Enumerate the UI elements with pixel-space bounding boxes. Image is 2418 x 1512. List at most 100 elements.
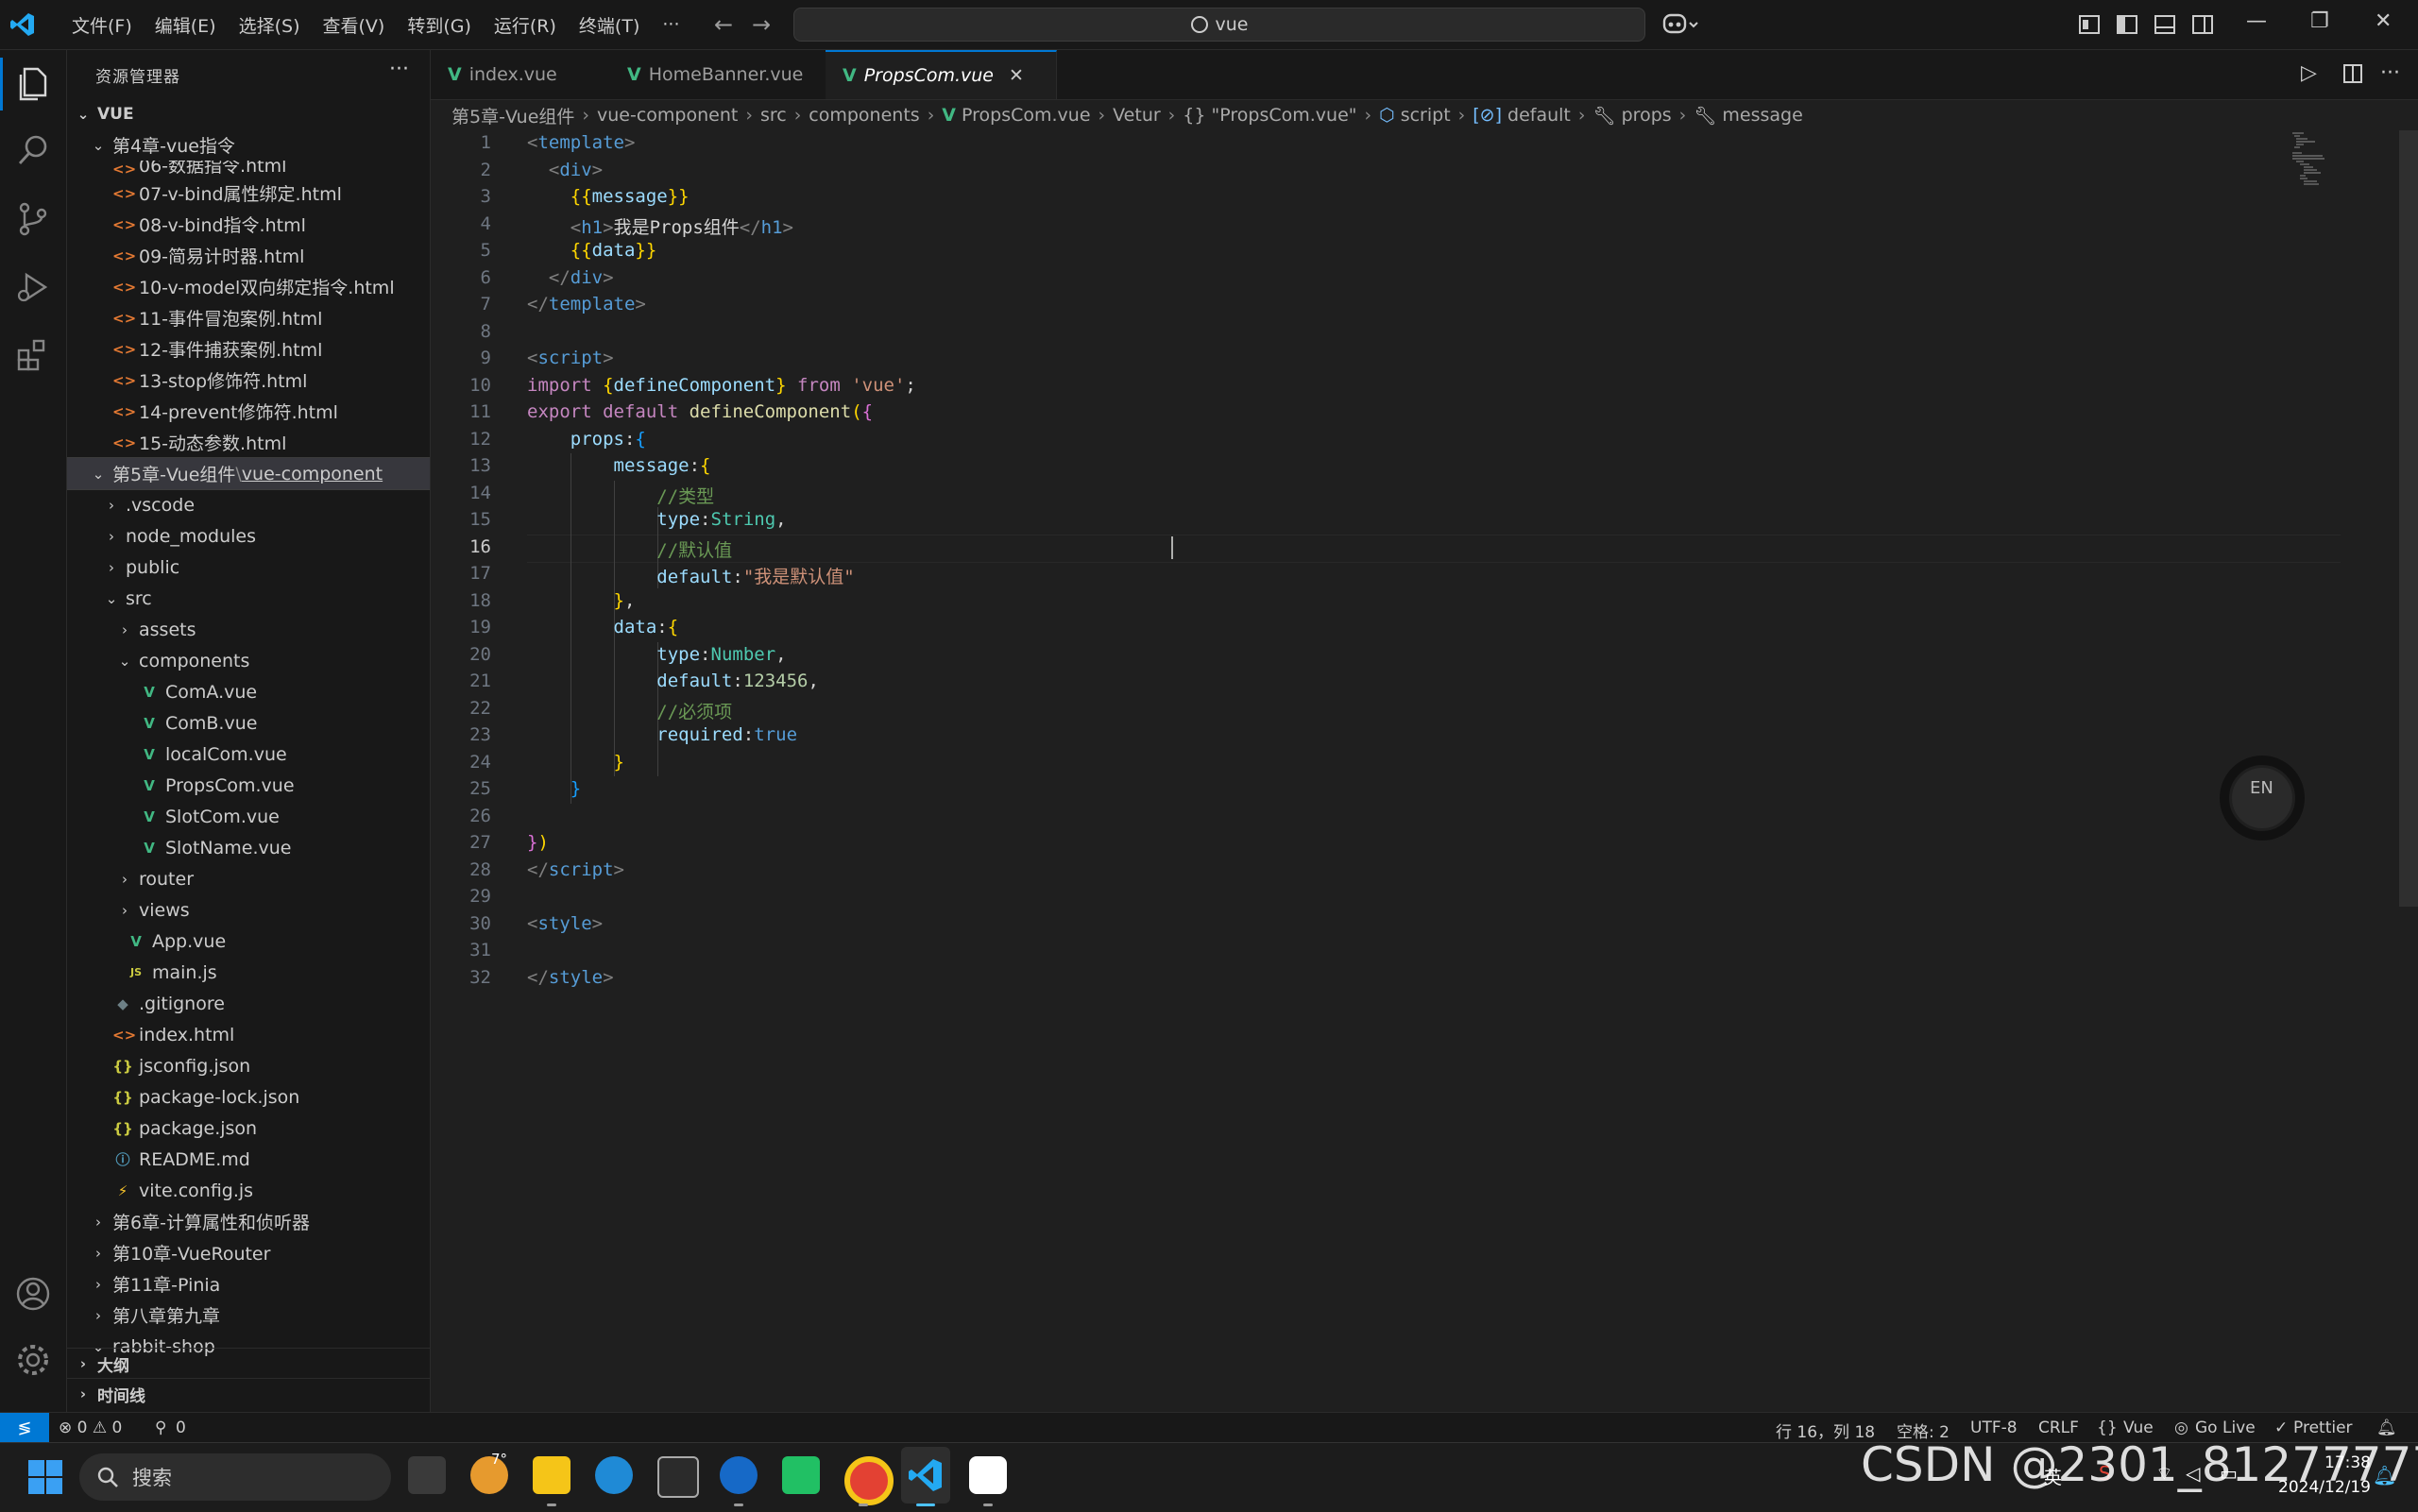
tree-folder[interactable]: › assets bbox=[67, 614, 430, 645]
intellij-icon[interactable] bbox=[657, 1456, 699, 1498]
tree-file[interactable]: <> 08-v-bind指令.html bbox=[67, 209, 430, 240]
tree-file[interactable]: V ComB.vue bbox=[67, 707, 430, 739]
extensions-icon[interactable] bbox=[13, 335, 53, 375]
tree-file[interactable]: <> 11-事件冒泡案例.html bbox=[67, 302, 430, 333]
code-line[interactable]: type:Number, bbox=[527, 644, 786, 665]
code-line[interactable]: <style> bbox=[527, 913, 603, 934]
tree-file[interactable]: JS main.js bbox=[67, 957, 430, 988]
menu-selection[interactable]: 选择(S) bbox=[228, 12, 312, 38]
code-line[interactable]: //类型 bbox=[527, 483, 714, 508]
tree-folder[interactable]: › .vscode bbox=[67, 489, 430, 520]
code-line[interactable]: <script> bbox=[527, 348, 614, 368]
code-line[interactable]: //必须项 bbox=[527, 698, 732, 723]
tree-file[interactable]: ⓘ README.md bbox=[67, 1144, 430, 1175]
restore-icon[interactable]: ❐ bbox=[2310, 9, 2329, 33]
breadcrumb-item[interactable]: 第5章-Vue组件 bbox=[451, 103, 574, 128]
tree-file[interactable]: <> 14-prevent修饰符.html bbox=[67, 396, 430, 427]
workspace-root[interactable]: ⌄ VUE bbox=[67, 98, 430, 129]
tree-folder[interactable]: › views bbox=[67, 894, 430, 926]
toggle-panel-icon[interactable] bbox=[2154, 13, 2176, 36]
ports-count[interactable]: 0 bbox=[176, 1419, 186, 1437]
tab-propscom-vue[interactable]: V PropsCom.vue ✕ bbox=[826, 50, 1057, 99]
taskbar-search[interactable]: 搜索 bbox=[79, 1453, 391, 1501]
breadcrumb-item[interactable]: components bbox=[809, 105, 919, 126]
tree-folder[interactable]: ⌄ src bbox=[67, 583, 430, 614]
go-live-button[interactable]: Go Live bbox=[2195, 1419, 2256, 1437]
close-window-icon[interactable]: ✕ bbox=[2375, 9, 2392, 33]
tab-index-vue[interactable]: V index.vue bbox=[431, 50, 611, 99]
tree-folder[interactable]: ⌄ 第4章-vue指令 bbox=[67, 129, 430, 161]
run-file-icon[interactable]: ▷ bbox=[2301, 61, 2317, 85]
nav-back-icon[interactable]: ← bbox=[714, 11, 733, 38]
android-studio-icon[interactable] bbox=[782, 1456, 820, 1494]
code-line[interactable]: export default defineComponent({ bbox=[527, 401, 873, 422]
tree-folder[interactable]: › router bbox=[67, 863, 430, 894]
language-mode[interactable]: Vue bbox=[2123, 1419, 2154, 1437]
tree-file[interactable]: <> 07-v-bind属性绑定.html bbox=[67, 178, 430, 209]
code-line[interactable]: <h1>我是Props组件</h1> bbox=[527, 213, 793, 239]
toggle-primary-sidebar-icon[interactable] bbox=[2116, 13, 2138, 36]
tree-file[interactable]: <> 06-数据指令.html bbox=[67, 161, 430, 178]
breadcrumb-item[interactable]: PropsCom.vue bbox=[962, 105, 1091, 126]
run-debug-icon[interactable] bbox=[13, 267, 53, 307]
nav-forward-icon[interactable]: → bbox=[752, 11, 771, 38]
explorer-icon[interactable] bbox=[13, 63, 53, 103]
tree-folder[interactable]: › node_modules bbox=[67, 520, 430, 552]
tree-folder[interactable]: ⌄ 第5章-Vue组件 \ vue-component bbox=[67, 457, 430, 490]
vscode-taskbar-icon[interactable] bbox=[907, 1456, 945, 1494]
tree-file[interactable]: ◆ .gitignore bbox=[67, 988, 430, 1019]
search-view-icon[interactable] bbox=[13, 131, 53, 171]
menu-view[interactable]: 查看(V) bbox=[312, 12, 397, 38]
tree-file[interactable]: V PropsCom.vue bbox=[67, 770, 430, 801]
code-line[interactable]: </style> bbox=[527, 967, 614, 988]
code-line[interactable]: //默认值 bbox=[527, 536, 732, 562]
tree-file[interactable]: <> 15-动态参数.html bbox=[67, 427, 430, 458]
breadcrumb-item[interactable]: Vetur bbox=[1113, 105, 1161, 126]
code-line[interactable]: }) bbox=[527, 832, 549, 853]
encoding[interactable]: UTF-8 bbox=[1970, 1419, 2018, 1437]
file-explorer-icon[interactable] bbox=[533, 1456, 570, 1494]
explorer-more-button[interactable]: ··· bbox=[389, 58, 409, 81]
tree-file[interactable]: VlocalCom.vue bbox=[67, 739, 430, 770]
code-line[interactable]: </script> bbox=[527, 859, 624, 880]
breadcrumb-item[interactable]: src bbox=[760, 105, 787, 126]
qq-icon[interactable] bbox=[969, 1456, 1007, 1494]
bell-icon[interactable]: 🔔︎ bbox=[2376, 1419, 2397, 1437]
menu-run[interactable]: 运行(R) bbox=[483, 12, 568, 38]
code-line[interactable]: type:String, bbox=[527, 509, 786, 530]
tree-file[interactable]: <> 13-stop修饰符.html bbox=[67, 365, 430, 396]
menu-go[interactable]: 转到(G) bbox=[396, 12, 483, 38]
tree-file[interactable]: ⚡ vite.config.js bbox=[67, 1175, 430, 1206]
tree-file[interactable]: {} package-lock.json bbox=[67, 1081, 430, 1113]
code-line[interactable]: default:"我是默认值" bbox=[527, 563, 854, 588]
tree-file[interactable]: V App.vue bbox=[67, 926, 430, 957]
breadcrumb-item[interactable]: {} "PropsCom.vue" bbox=[1183, 105, 1356, 126]
breadcrumb-item[interactable]: message bbox=[1722, 105, 1802, 126]
tree-folder[interactable]: › 第11章-Pinia bbox=[67, 1268, 430, 1300]
outline-section[interactable]: › 大纲 bbox=[67, 1348, 430, 1379]
prettier-button[interactable]: Prettier bbox=[2293, 1419, 2353, 1437]
accounts-icon[interactable] bbox=[13, 1274, 53, 1314]
tree-file[interactable]: <> 09-简易计时器.html bbox=[67, 240, 430, 271]
tree-file[interactable]: {} package.json bbox=[67, 1113, 430, 1144]
remote-indicator-icon[interactable]: ≶ bbox=[0, 1413, 49, 1443]
minimize-icon[interactable]: — bbox=[2246, 9, 2267, 33]
editor-scrollbar[interactable] bbox=[2399, 130, 2418, 907]
code-line[interactable]: message:{ bbox=[527, 455, 711, 476]
breadcrumb-item[interactable]: props bbox=[1622, 105, 1672, 126]
source-control-icon[interactable] bbox=[13, 199, 53, 239]
code-line[interactable]: required:true bbox=[527, 724, 797, 745]
code-line[interactable]: <div> bbox=[527, 160, 603, 180]
code-line[interactable]: {{message}} bbox=[527, 186, 690, 207]
tree-file[interactable]: V ComA.vue bbox=[67, 676, 430, 707]
tree-file[interactable]: <> index.html bbox=[67, 1019, 430, 1050]
code-line[interactable]: data:{ bbox=[527, 617, 679, 637]
menu-more[interactable]: ··· bbox=[651, 14, 690, 35]
command-center[interactable]: vue bbox=[793, 8, 1645, 42]
breadcrumb-item[interactable]: vue-component bbox=[597, 105, 738, 126]
minimap[interactable] bbox=[2290, 130, 2357, 196]
tree-file[interactable]: {} jsconfig.json bbox=[67, 1050, 430, 1081]
chrome-icon[interactable] bbox=[844, 1456, 894, 1505]
code-line[interactable]: import {defineComponent} from 'vue'; bbox=[527, 375, 916, 396]
breadcrumb-item[interactable]: script bbox=[1401, 105, 1451, 126]
